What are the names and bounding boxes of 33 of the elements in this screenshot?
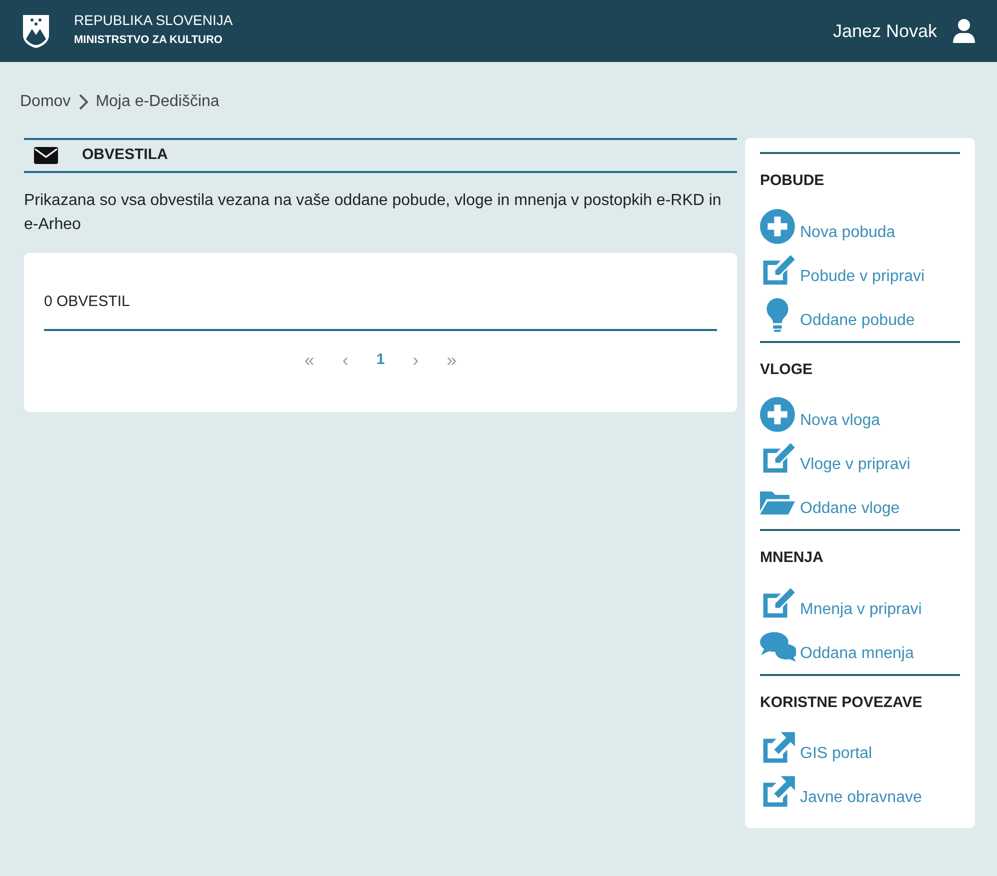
description-text: Prikazana so vsa obvestila vezana na vaše oddane pobude, vloge in mnenja v postopkih e-RKD in e-Arheo bbox=[24, 190, 722, 234]
sidebar-link[interactable]: Oddane vloge bbox=[760, 485, 960, 521]
user-name[interactable]: Janez Novak bbox=[832, 18, 937, 44]
pagination-link[interactable]: » bbox=[432, 347, 471, 374]
sidebar-link[interactable]: Oddana mnenja bbox=[760, 630, 960, 666]
plus-circle-icon bbox=[760, 208, 796, 244]
pagination-link[interactable]: › bbox=[398, 347, 433, 374]
envelope-icon bbox=[34, 146, 58, 164]
plus-circle-icon bbox=[760, 397, 796, 433]
ministry-name: MINISTRSTVO ZA KULTURO bbox=[74, 33, 224, 48]
sidebar-link[interactable]: Nova pobuda bbox=[760, 208, 960, 244]
user-icon[interactable] bbox=[953, 19, 975, 43]
sidebar-heading: KORISTNE POVEZAVE bbox=[760, 692, 924, 712]
section-title: OBVESTILA bbox=[82, 145, 168, 165]
sidebar-heading: MNENJA bbox=[760, 548, 824, 568]
pagination-link[interactable]: ‹ bbox=[328, 347, 362, 374]
breadcrumb-link[interactable]: Domov bbox=[20, 90, 71, 114]
coat-of-arms-logo bbox=[22, 13, 50, 49]
sidebar-link[interactable]: Javne obravnave bbox=[760, 774, 960, 810]
sidebar-link[interactable]: Vloge v pripravi bbox=[760, 441, 960, 477]
sidebar-link[interactable]: Oddane pobude bbox=[760, 296, 960, 332]
chevron-right-icon bbox=[78, 94, 88, 110]
sidebar-link[interactable]: GIS portal bbox=[760, 730, 960, 766]
pagination-link[interactable]: « bbox=[290, 347, 328, 374]
sidebar-link[interactable]: Mnenja v pripravi bbox=[760, 586, 960, 622]
sidebar-heading: VLOGE bbox=[760, 360, 814, 380]
sidebar-link[interactable]: Nova vloga bbox=[760, 397, 960, 433]
breadcrumb-link[interactable]: Moja e-Dediščina bbox=[96, 90, 220, 114]
sidebar-link[interactable]: Pobude v pripravi bbox=[760, 252, 960, 288]
notice-count: 0 OBVESTIL bbox=[44, 290, 717, 331]
pagination-link[interactable]: 1 bbox=[362, 347, 399, 374]
sidebar-heading: POBUDE bbox=[760, 171, 826, 191]
site-title: REPUBLIKA SLOVENIJA bbox=[74, 13, 233, 28]
